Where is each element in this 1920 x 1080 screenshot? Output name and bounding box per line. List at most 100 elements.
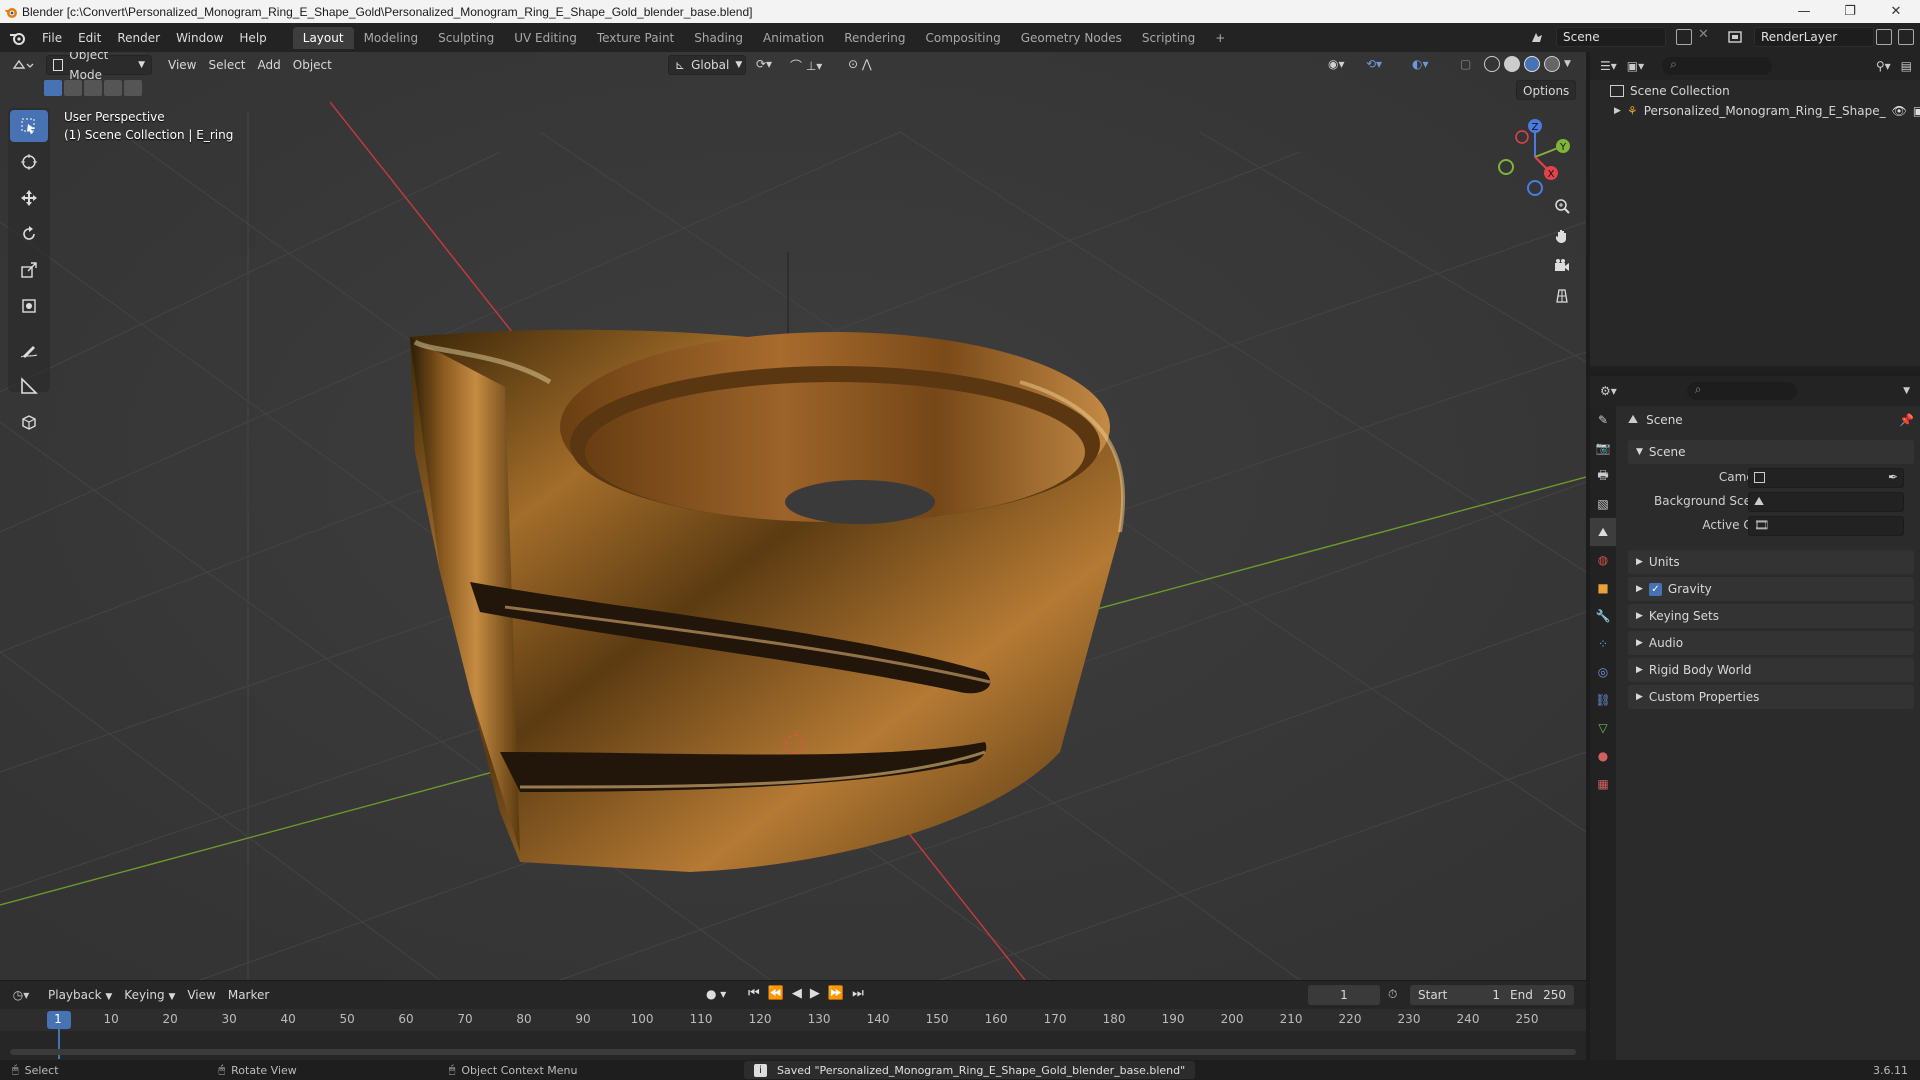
chevron-down-icon[interactable]: ▼ xyxy=(1903,386,1910,396)
tab-layout[interactable]: Layout xyxy=(292,26,354,49)
solid-shading-icon[interactable] xyxy=(1504,56,1520,72)
object-tab-icon[interactable]: ■ xyxy=(1590,574,1616,602)
jump-start-icon[interactable]: ⏮ xyxy=(748,986,760,1001)
output-tab-icon[interactable]: 🖶 xyxy=(1590,462,1616,490)
view-layer-name-field[interactable]: RenderLayer xyxy=(1754,27,1874,47)
menu-help[interactable]: Help xyxy=(231,27,274,49)
scene-tab-icon[interactable]: ⛰ xyxy=(1590,518,1616,546)
scene-browse-icon[interactable] xyxy=(1526,27,1548,47)
physics-tab-icon[interactable]: ◎ xyxy=(1590,658,1616,686)
play-icon[interactable]: ▶ xyxy=(810,986,820,1001)
stopwatch-icon[interactable]: ⏱ xyxy=(1388,987,1397,1002)
menu-edit[interactable]: Edit xyxy=(70,27,109,49)
modifier-tab-icon[interactable]: 🔧 xyxy=(1590,602,1616,630)
select-box-tool[interactable] xyxy=(10,110,48,142)
viewport-menu-select[interactable]: Select xyxy=(202,55,251,75)
tool-tab-icon[interactable]: ✎ xyxy=(1590,406,1616,434)
start-frame-field[interactable]: Start 1 xyxy=(1410,985,1508,1005)
rotate-tool[interactable] xyxy=(10,218,48,250)
tab-animation[interactable]: Animation xyxy=(753,27,834,49)
blender-menu-icon[interactable] xyxy=(0,27,34,49)
select-new-icon[interactable] xyxy=(44,80,62,96)
transform-tool[interactable] xyxy=(10,290,48,322)
background-scene-field[interactable]: ⛰ xyxy=(1748,492,1904,512)
xray-toggle-icon[interactable]: ▢ xyxy=(1460,57,1471,71)
timeline-scrollbar[interactable] xyxy=(10,1049,1576,1055)
new-view-layer-icon[interactable] xyxy=(1876,29,1892,45)
panel-custom-properties-header[interactable]: ▶ Custom Properties xyxy=(1628,685,1914,709)
new-collection-icon[interactable]: ▤ xyxy=(1901,59,1912,73)
tab-sculpting[interactable]: Sculpting xyxy=(428,27,504,49)
viewport-menu-object[interactable]: Object xyxy=(287,55,338,75)
camera-view-icon[interactable] xyxy=(1548,252,1576,280)
pin-icon[interactable]: 📌 xyxy=(1899,413,1914,427)
current-frame-field[interactable]: 1 xyxy=(1308,985,1380,1005)
outliner-row-scene-collection[interactable]: Scene Collection xyxy=(1610,84,1730,98)
menu-window[interactable]: Window xyxy=(168,27,231,49)
eye-icon[interactable]: 👁 xyxy=(1892,104,1907,118)
camera-render-icon[interactable]: ▣ xyxy=(1913,104,1920,118)
properties-search-input[interactable]: ⌕ xyxy=(1686,382,1797,400)
auto-keying-icon[interactable]: ● ▾ xyxy=(706,987,726,1001)
texture-tab-icon[interactable]: ▦ xyxy=(1590,770,1616,798)
timeline-editor[interactable]: ◷▾ Playback ▼ Keying ▼ View Marker ● ▾ ⏮… xyxy=(0,980,1586,1060)
outliner-editor-type-icon[interactable]: ☰▾ xyxy=(1600,59,1617,73)
timeline-menu-marker[interactable]: Marker xyxy=(222,985,275,1005)
timeline-menu-playback[interactable]: Playback ▼ xyxy=(42,985,118,1005)
menu-file[interactable]: File xyxy=(34,27,70,49)
viewport-menu-view[interactable]: View xyxy=(162,55,202,75)
close-button[interactable]: ✕ xyxy=(1873,0,1919,23)
constraints-tab-icon[interactable]: ⛓ xyxy=(1590,686,1616,714)
select-extend-icon[interactable] xyxy=(64,80,82,96)
tab-geometry-nodes[interactable]: Geometry Nodes xyxy=(1011,27,1132,49)
perspective-toggle-icon[interactable] xyxy=(1548,282,1576,310)
pivot-point-icon[interactable]: ⟳▾ xyxy=(756,57,784,75)
overlay-toggle-icon[interactable]: ◐▾ xyxy=(1412,57,1429,71)
display-mode-icon[interactable]: ▣▾ xyxy=(1627,59,1644,73)
select-invert-icon[interactable] xyxy=(104,80,122,96)
tab-compositing[interactable]: Compositing xyxy=(915,27,1010,49)
orientation-selector[interactable]: ⊾ Global ▼ xyxy=(668,55,746,75)
timeline-editor-type-icon[interactable]: ◷▾ xyxy=(0,984,42,1006)
properties-editor[interactable]: ⚙▾ ⌕ ▼ ✎ 📷 🖶 ▧ ⛰ ◍ ■ 🔧 ⁘ ◎ ⛓ ▽ ● ▦ ⛰ Sce… xyxy=(1590,376,1920,1060)
zoom-icon[interactable] xyxy=(1548,192,1576,220)
new-scene-icon[interactable] xyxy=(1676,29,1692,45)
wireframe-shading-icon[interactable] xyxy=(1484,56,1500,72)
tab-shading[interactable]: Shading xyxy=(684,27,753,49)
tab-uv-editing[interactable]: UV Editing xyxy=(504,27,587,49)
previous-keyframe-icon[interactable]: ⏪ xyxy=(768,986,784,1001)
outliner-search-input[interactable]: ⌕ xyxy=(1662,57,1773,75)
move-tool[interactable] xyxy=(10,182,48,214)
select-intersect-icon[interactable] xyxy=(124,80,142,96)
panel-units-header[interactable]: ▶ Units xyxy=(1628,550,1914,574)
maximize-button[interactable]: ❐ xyxy=(1827,0,1873,23)
rendered-shading-icon[interactable] xyxy=(1544,56,1560,72)
panel-keying-sets-header[interactable]: ▶ Keying Sets xyxy=(1628,604,1914,628)
gizmo-toggle-icon[interactable]: ⟲▾ xyxy=(1366,57,1382,71)
panel-rigid-body-world-header[interactable]: ▶ Rigid Body World xyxy=(1628,658,1914,682)
outliner-row-object[interactable]: ▶ ⚘ Personalized_Monogram_Ring_E_Shape_ … xyxy=(1614,104,1920,118)
minimize-button[interactable]: — xyxy=(1781,0,1827,23)
cursor-tool[interactable] xyxy=(10,146,48,178)
viewport-menu-add[interactable]: Add xyxy=(252,55,287,75)
panel-scene-header[interactable]: ▼ Scene xyxy=(1628,440,1914,464)
scale-tool[interactable] xyxy=(10,254,48,286)
remove-view-layer-icon[interactable] xyxy=(1898,29,1914,45)
properties-editor-type-icon[interactable]: ⚙▾ xyxy=(1600,384,1617,398)
proportional-edit-icon[interactable]: ⊙ ⋀ xyxy=(848,57,888,75)
editor-type-icon[interactable] xyxy=(0,54,46,76)
navigation-gizmo[interactable]: Z Y X xyxy=(1490,112,1580,202)
outliner-editor[interactable]: ☰▾ ▣▾ ⌕ ⚲▾ ▤ Scene Collection ▶ ⚘ Person… xyxy=(1590,52,1920,372)
snap-icon[interactable]: ⌒ ⊥▾ xyxy=(790,57,836,75)
pan-hand-icon[interactable] xyxy=(1548,222,1576,250)
tab-scripting[interactable]: Scripting xyxy=(1132,27,1205,49)
filter-icon[interactable]: ⚲▾ xyxy=(1876,59,1891,73)
measure-tool[interactable] xyxy=(10,370,48,402)
panel-gravity-header[interactable]: ▶ ✓ Gravity xyxy=(1628,577,1914,601)
tab-modeling[interactable]: Modeling xyxy=(354,27,429,49)
add-cube-tool[interactable] xyxy=(10,406,48,438)
select-subtract-icon[interactable] xyxy=(84,80,102,96)
tab-rendering[interactable]: Rendering xyxy=(834,27,915,49)
tab-texture-paint[interactable]: Texture Paint xyxy=(587,27,684,49)
active-clip-field[interactable]: 🎞 xyxy=(1748,516,1904,536)
